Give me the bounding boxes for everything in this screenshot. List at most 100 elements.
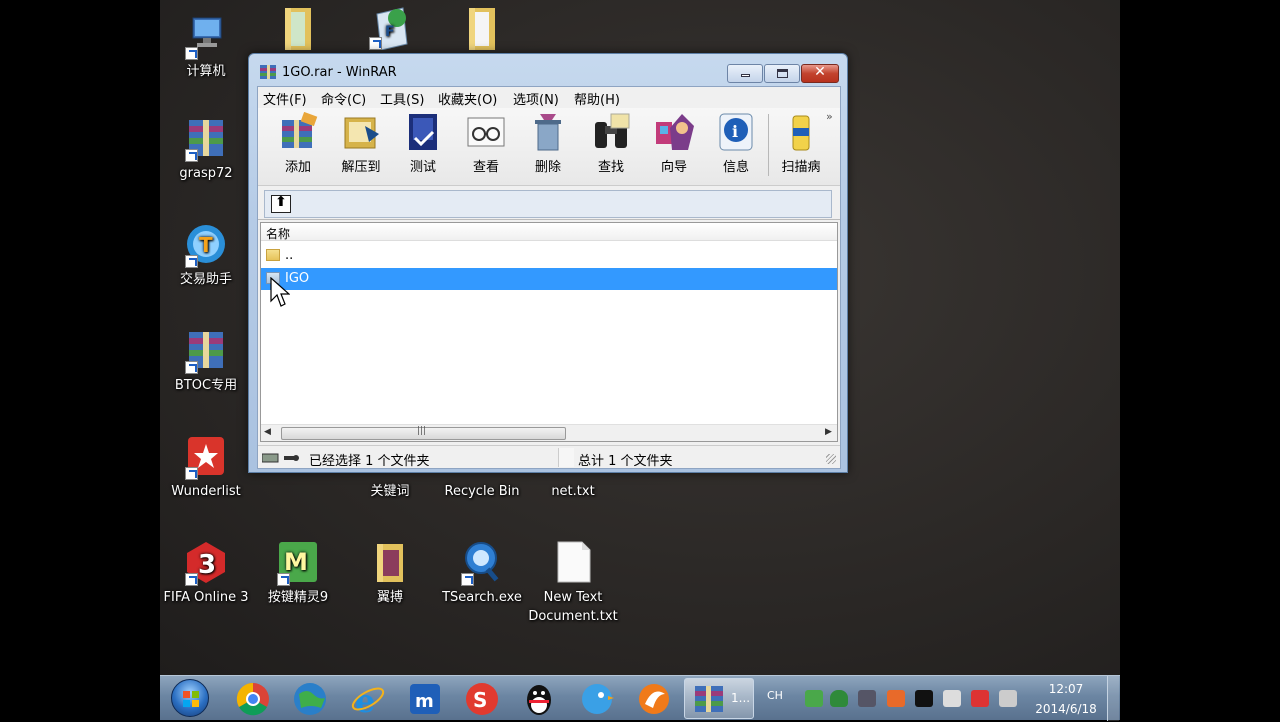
- menu-help[interactable]: 帮助(H): [574, 89, 620, 108]
- fifa-icon: 3: [183, 540, 229, 586]
- winrar-window[interactable]: 1GO.rar - WinRAR ✕ 文件(F) 命令(C) 工具(S) 收藏夹…: [248, 53, 848, 473]
- info-icon: i: [714, 112, 758, 152]
- toolbar-overflow-chevron-icon[interactable]: »: [826, 110, 833, 123]
- status-total-text: 总计 1 个文件夹: [578, 454, 673, 469]
- desktop-icon-label: 交易助手: [179, 272, 232, 287]
- qq-icon[interactable]: [520, 680, 558, 718]
- desktop-icon-trade-assistant[interactable]: T 交易助手: [160, 222, 252, 289]
- camera-icon[interactable]: [858, 690, 876, 707]
- column-header-label: 名称: [266, 227, 291, 241]
- wizard-icon: [652, 112, 696, 152]
- wizard-label: 向导: [660, 160, 687, 175]
- extract-to-button[interactable]: 解压到: [331, 112, 391, 175]
- svg-text:e: e: [355, 682, 375, 718]
- windows-logo-icon: [183, 691, 199, 707]
- clock-time[interactable]: 12:07: [1030, 682, 1102, 696]
- up-folder-button[interactable]: ⬆: [271, 194, 291, 213]
- language-indicator[interactable]: CH: [767, 689, 783, 702]
- desktop-icon-computer[interactable]: 计算机: [160, 14, 252, 81]
- bird-icon[interactable]: [578, 680, 616, 718]
- file-list[interactable]: 名称 .. IGO ◀ ||| ▶: [260, 222, 838, 442]
- virus-scan-label: 扫描病: [781, 160, 821, 175]
- desktop-icon-label: TSearch.exe: [442, 590, 522, 605]
- toolbar: 添加 解压到 测试 查看 删除 查找 向导 i 信息 扫描病 »: [258, 108, 840, 186]
- title-bar[interactable]: 1GO.rar - WinRAR ✕: [249, 54, 847, 90]
- column-header-name[interactable]: 名称: [261, 223, 837, 241]
- anjian-icon: M: [275, 540, 321, 586]
- desktop-icon-yibo[interactable]: 翼搏: [344, 540, 436, 607]
- desktop-icon-label: BTOC专用: [174, 378, 238, 393]
- network-icon[interactable]: [999, 690, 1017, 707]
- desktop-icon-wunderlist[interactable]: Wunderlist: [160, 434, 252, 501]
- desktop-icon-file-top[interactable]: F: [344, 4, 436, 52]
- test-button[interactable]: 测试: [393, 112, 453, 175]
- path-field[interactable]: ⬆: [264, 190, 832, 218]
- window-title: 1GO.rar - WinRAR: [282, 65, 397, 80]
- show-desktop-button[interactable]: [1107, 676, 1119, 721]
- virus-scan-icon: [779, 112, 823, 152]
- resize-grip-icon[interactable]: [826, 454, 836, 464]
- view-button[interactable]: 查看: [456, 112, 516, 175]
- svg-text:M: M: [284, 548, 308, 576]
- minimize-button[interactable]: [727, 64, 763, 83]
- desktop-icon-folder-top-1[interactable]: [252, 4, 344, 52]
- desktop-icon-btoc[interactable]: BTOC专用: [160, 328, 252, 395]
- list-item[interactable]: ..: [261, 245, 837, 267]
- desktop-icon-label: net.txt: [551, 484, 595, 499]
- text-file-icon: [550, 540, 596, 586]
- desktop-icon-tsearch[interactable]: TSearch.exe: [436, 540, 528, 607]
- mouse-cursor-icon: [270, 277, 290, 307]
- usb-icon[interactable]: [971, 690, 989, 707]
- sogou-icon[interactable]: S: [463, 680, 501, 718]
- add-button[interactable]: 添加: [268, 111, 328, 175]
- virus-scan-button[interactable]: 扫描病: [771, 112, 831, 175]
- qq-tray-icon[interactable]: [915, 690, 933, 707]
- ie-icon[interactable]: e: [349, 680, 387, 720]
- start-button[interactable]: [171, 679, 209, 717]
- file-shortcut-icon: F: [367, 4, 413, 51]
- winrar-archive-icon: [183, 116, 229, 162]
- globe-icon[interactable]: [291, 680, 329, 718]
- menu-tools[interactable]: 工具(S): [380, 89, 424, 108]
- tray-app-icon[interactable]: [805, 690, 823, 707]
- svg-text:i: i: [732, 122, 738, 141]
- desktop-icon-folder-top-2[interactable]: [436, 4, 528, 52]
- close-button[interactable]: ✕: [801, 64, 839, 83]
- taskbar-winrar-button[interactable]: 1...: [684, 678, 754, 719]
- add-icon: [276, 111, 320, 152]
- info-button[interactable]: i 信息: [706, 112, 766, 175]
- find-button[interactable]: 查找: [581, 112, 641, 175]
- maximize-icon: [777, 69, 788, 78]
- drive-key-icon[interactable]: [261, 452, 300, 463]
- tray-app-icon[interactable]: [887, 690, 905, 707]
- scroll-right-icon[interactable]: ▶: [825, 427, 832, 437]
- svg-text:F: F: [385, 24, 395, 40]
- desktop-icon-grasp72[interactable]: grasp72: [160, 116, 252, 183]
- taskbar-winrar-label: 1...: [731, 691, 751, 705]
- wizard-button[interactable]: 向导: [644, 112, 704, 175]
- shield-icon[interactable]: [830, 690, 848, 707]
- maxthon-icon[interactable]: m: [406, 680, 444, 718]
- clock-date[interactable]: 2014/6/18: [1030, 702, 1102, 716]
- desktop-icon-label: FIFA Online 3: [163, 590, 249, 605]
- delete-button[interactable]: 删除: [518, 112, 578, 175]
- desktop-icon-anjian[interactable]: M 按键精灵9: [252, 540, 344, 607]
- menu-favorites[interactable]: 收藏夹(O): [438, 89, 497, 108]
- maximize-button[interactable]: [764, 64, 800, 83]
- scrollbar-thumb[interactable]: |||: [281, 426, 566, 440]
- grip-icon: |||: [417, 426, 427, 436]
- scroll-left-icon[interactable]: ◀: [264, 427, 271, 437]
- volume-icon[interactable]: [943, 690, 961, 707]
- app-icon[interactable]: [635, 680, 673, 718]
- desktop-icon-new-text-document[interactable]: New Text Document.txt: [527, 540, 619, 626]
- desktop-icon-label: grasp72: [179, 166, 233, 181]
- menu-commands[interactable]: 命令(C): [321, 89, 366, 108]
- list-item-selected[interactable]: IGO: [261, 268, 837, 290]
- svg-text:S: S: [473, 688, 487, 712]
- menu-file[interactable]: 文件(F): [263, 89, 307, 108]
- horizontal-scrollbar[interactable]: ◀ ||| ▶: [261, 424, 837, 441]
- menu-options[interactable]: 选项(N): [513, 89, 559, 108]
- desktop-icon-fifa[interactable]: 3 FIFA Online 3: [160, 540, 252, 607]
- chrome-icon[interactable]: [234, 680, 272, 718]
- desktop-icon-label: Wunderlist: [171, 484, 241, 499]
